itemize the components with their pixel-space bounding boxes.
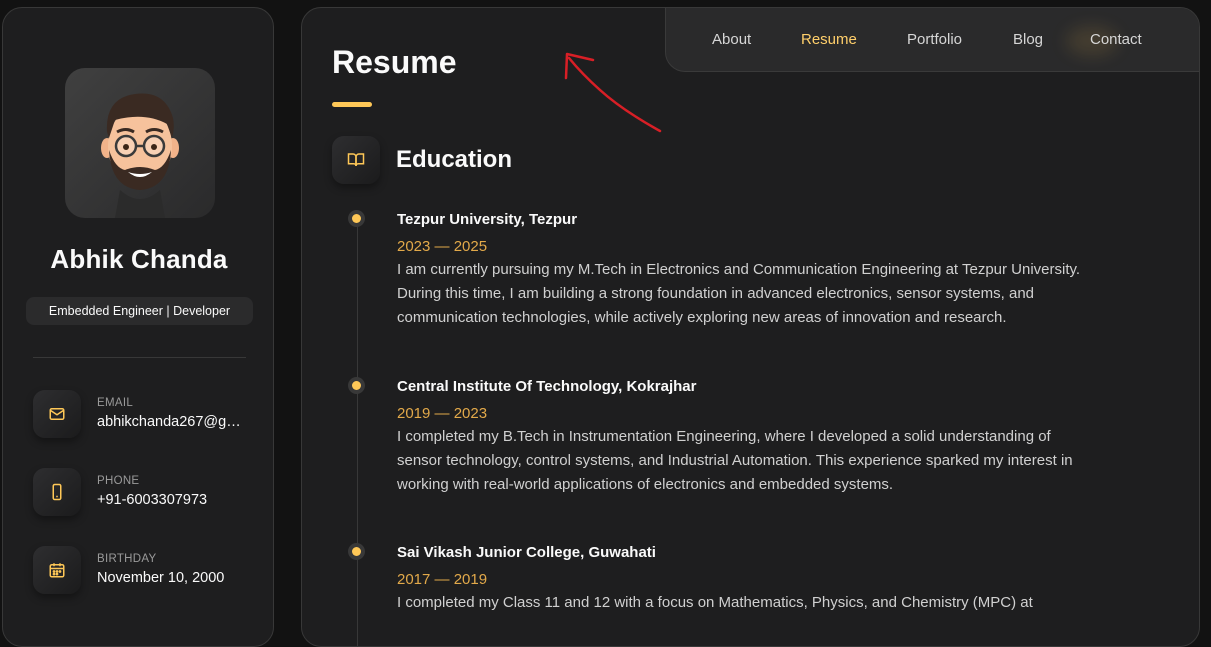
contact-email-label: EMAIL <box>97 397 134 409</box>
nav-resume[interactable]: Resume <box>801 8 857 71</box>
contact-phone-label: PHONE <box>97 475 140 487</box>
contact-phone-link[interactable]: +91-6003307973 <box>97 492 249 508</box>
contact-phone: PHONE +91-6003307973 <box>33 468 263 518</box>
timeline-item: Tezpur University, Tezpur 2023 — 2025 I … <box>352 211 1097 330</box>
sidebar-separator <box>33 357 246 358</box>
timeline-dot <box>352 214 361 223</box>
contact-email: EMAIL abhikchanda267@gmail.com <box>33 390 263 440</box>
timeline-dot <box>352 381 361 390</box>
timeline-description: I completed my Class 11 and 12 with a fo… <box>397 594 1033 611</box>
timeline-description: I am currently pursuing my M.Tech in Ele… <box>397 261 1081 326</box>
profile-sidebar: Abhik Chanda Embedded Engineer | Develop… <box>2 7 274 647</box>
profile-title-badge: Embedded Engineer | Developer <box>26 297 253 325</box>
timeline-school: Tezpur University, Tezpur <box>397 211 578 228</box>
profile-name: Abhik Chanda <box>50 244 228 274</box>
section-title-education: Education <box>396 146 513 173</box>
timeline-years: 2023 — 2025 <box>397 238 488 255</box>
contact-email-link[interactable]: abhikchanda267@gmail.com <box>97 414 249 430</box>
memoji-avatar-icon <box>101 93 179 218</box>
title-underline <box>332 102 372 107</box>
phone-icon <box>33 468 81 516</box>
contact-birthday-value: November 10, 2000 <box>97 570 225 586</box>
timeline-years: 2019 — 2023 <box>397 405 488 422</box>
contact-birthday: BIRTHDAY November 10, 2000 <box>33 546 263 596</box>
mail-icon <box>33 390 81 438</box>
page-title: Resume <box>332 44 457 80</box>
timeline-description: I completed my B.Tech in Instrumentation… <box>397 428 1073 493</box>
calendar-icon <box>33 546 81 594</box>
timeline-line <box>357 218 358 646</box>
resume-article: About Resume Portfolio Blog Contact Resu… <box>301 7 1200 647</box>
book-open-icon <box>332 136 380 184</box>
nav-portfolio[interactable]: Portfolio <box>907 8 962 71</box>
timeline-years: 2017 — 2019 <box>397 571 488 588</box>
timeline-dot <box>352 547 361 556</box>
nav-about[interactable]: About <box>712 8 751 71</box>
contact-birthday-label: BIRTHDAY <box>97 553 157 565</box>
timeline-item: Sai Vikash Junior College, Guwahati 2017… <box>352 544 1097 615</box>
timeline-item: Central Institute Of Technology, Kokrajh… <box>352 378 1097 497</box>
navbar: About Resume Portfolio Blog Contact <box>665 8 1199 72</box>
avatar <box>65 68 215 218</box>
timeline-school: Sai Vikash Junior College, Guwahati <box>397 544 656 561</box>
timeline-school: Central Institute Of Technology, Kokrajh… <box>397 378 697 395</box>
nav-contact[interactable]: Contact <box>1090 8 1142 71</box>
nav-blog[interactable]: Blog <box>1013 8 1043 71</box>
